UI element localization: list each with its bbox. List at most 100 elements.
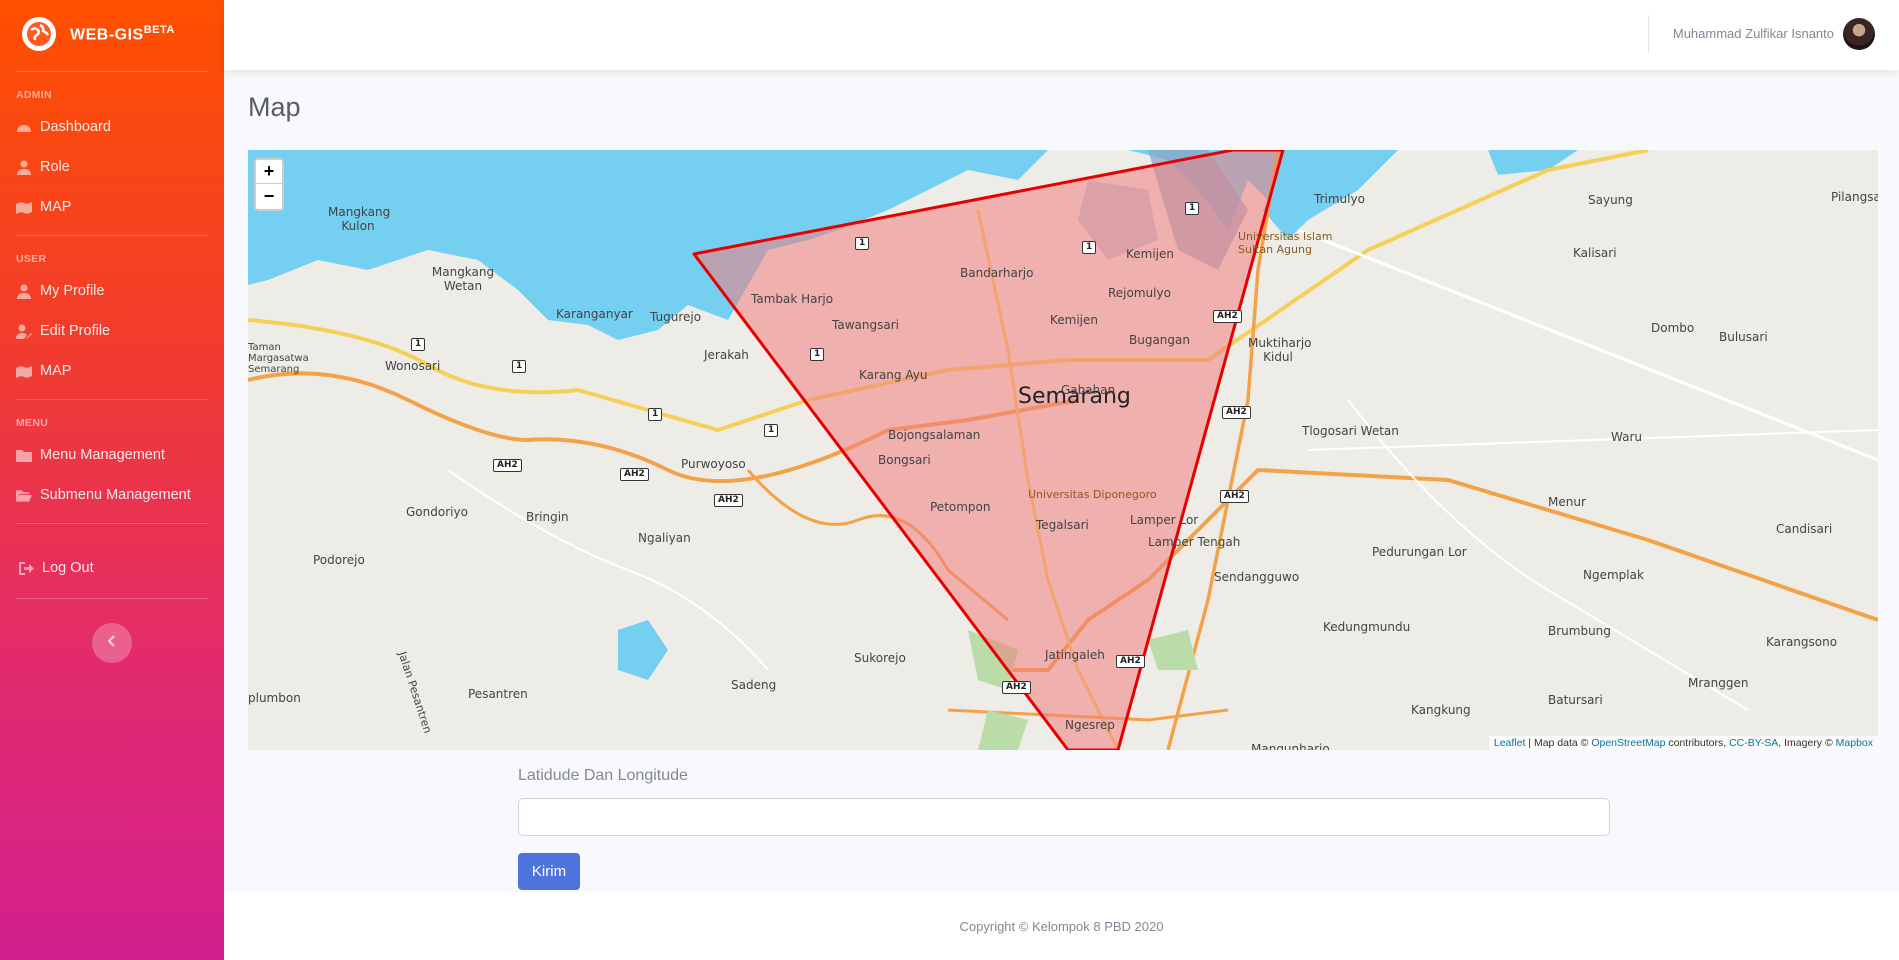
sidebar: WEB-GISBETA ADMIN Dashboard Role MAP USE… <box>0 0 224 960</box>
map-label: Menur <box>1548 495 1586 509</box>
sidebar-heading-user: USER <box>16 253 47 265</box>
map-label: Trimulyo <box>1314 192 1365 206</box>
map-label: Ngemplak <box>1583 568 1644 582</box>
map-label: Karang Ayu <box>859 368 928 382</box>
road-shield: 1 <box>1082 241 1097 254</box>
page-title: Map <box>248 92 301 122</box>
sidebar-item-menu-management[interactable]: Menu Management <box>0 435 224 475</box>
dashboard-icon <box>16 119 32 135</box>
map-label: Wonosari <box>385 359 441 373</box>
brand-link[interactable]: WEB-GISBETA <box>0 0 224 68</box>
map-icon <box>16 199 32 215</box>
sidebar-item-role[interactable]: Role <box>0 147 224 187</box>
latlng-input[interactable] <box>518 798 1610 836</box>
road-shield: 1 <box>764 424 779 437</box>
road-shield: AH2 <box>1222 406 1251 419</box>
sidebar-item-edit-profile[interactable]: Edit Profile <box>0 311 224 351</box>
sidebar-heading-menu: MENU <box>16 417 49 429</box>
map-label: Tegalsari <box>1036 518 1089 532</box>
map-label: Ngesrep <box>1065 718 1115 732</box>
chevron-left-icon <box>107 634 116 652</box>
mapbox-link[interactable]: Mapbox <box>1836 737 1873 749</box>
footer: Copyright © Kelompok 8 PBD 2020 <box>224 892 1899 960</box>
user-name[interactable]: Muhammad Zulfikar Isnanto <box>1673 26 1834 41</box>
map-label: Brumbung <box>1548 624 1611 638</box>
map-label: Waru <box>1611 430 1642 444</box>
map-attribution: Leaflet | Map data © OpenStreetMap contr… <box>1488 736 1878 750</box>
map-label: Jerakah <box>704 348 749 362</box>
submit-button[interactable]: Kirim <box>518 853 580 890</box>
map-label: Bulusari <box>1719 330 1768 344</box>
map-label: Kemijen <box>1050 313 1098 327</box>
map-label: Gabahan <box>1061 383 1116 397</box>
road-shield: AH2 <box>1116 655 1145 668</box>
map-label: Tugurejo <box>650 310 702 324</box>
sidebar-item-map-user[interactable]: MAP <box>0 351 224 391</box>
road-shield: 1 <box>1185 202 1200 215</box>
zoom-in-button[interactable]: + <box>256 160 282 184</box>
zoom-out-button[interactable]: − <box>256 184 282 208</box>
map-label: Pesantren <box>468 687 528 701</box>
map-label: Purwoyoso <box>681 457 746 471</box>
map-label: Kemijen <box>1126 247 1174 261</box>
map-label: Bandarharjo <box>960 266 1034 280</box>
map-label: Taman Margasatwa Semarang <box>248 342 309 375</box>
map-label: Lamper Lor <box>1130 513 1199 527</box>
map-label: Kangkung <box>1411 703 1471 717</box>
latlng-label: Latidude Dan Longitude <box>518 767 688 784</box>
map-label-university: Universitas Islam Sultan Agung <box>1238 230 1333 256</box>
map-label: Lamper Tengah <box>1148 535 1241 549</box>
map-label: Mangkang Kulon <box>328 205 391 233</box>
topbar-divider <box>1648 15 1649 53</box>
road-shield: 1 <box>648 408 663 421</box>
sidebar-item-map-admin[interactable]: MAP <box>0 187 224 227</box>
map-container[interactable]: + − Semarang Universitas Islam Sultan Ag… <box>248 150 1878 750</box>
map-label: Pedurungan Lor <box>1372 545 1467 559</box>
map-label: Karanganyar <box>556 307 633 321</box>
sidebar-item-my-profile[interactable]: My Profile <box>0 271 224 311</box>
map-label: Bongsari <box>878 453 931 467</box>
road-shield: AH2 <box>620 468 649 481</box>
road-shield: 1 <box>810 348 825 361</box>
sidebar-item-dashboard[interactable]: Dashboard <box>0 107 224 147</box>
topbar: Muhammad Zulfikar Isnanto <box>224 0 1899 70</box>
logout-button[interactable]: Log Out <box>0 548 224 588</box>
folder-icon <box>16 447 32 463</box>
zoom-control: + − <box>254 158 284 211</box>
road-shield: 1 <box>855 237 870 250</box>
road-shield: AH2 <box>493 459 522 472</box>
osm-link[interactable]: OpenStreetMap <box>1591 737 1665 749</box>
leaflet-link[interactable]: Leaflet <box>1494 737 1526 749</box>
avatar[interactable] <box>1843 18 1875 50</box>
map-label: Mangunharjo <box>1251 742 1330 750</box>
map-label: Tambak Harjo <box>751 292 834 306</box>
road-shield: AH2 <box>714 494 743 507</box>
map-label: Kedungmundu <box>1323 620 1411 634</box>
ccbysa-link[interactable]: CC-BY-SA <box>1729 737 1778 749</box>
user-icon <box>16 283 32 299</box>
map-label: Pilangsari <box>1831 190 1878 204</box>
map-label: Bugangan <box>1129 333 1190 347</box>
map-label: Dombo <box>1651 321 1695 335</box>
map-label: Sadeng <box>731 678 777 692</box>
map-label: Ngaliyan <box>638 531 691 545</box>
map-label-university: Universitas Diponegoro <box>1028 488 1157 501</box>
map-label: Rejomulyo <box>1108 286 1171 300</box>
map-label: Karangsono <box>1766 635 1838 649</box>
globe-icon <box>22 17 56 51</box>
road-shield: AH2 <box>1213 310 1242 323</box>
map-label: Gondoriyo <box>406 505 468 519</box>
road-shield: 1 <box>411 338 426 351</box>
map-label: Petompon <box>930 500 991 514</box>
sidebar-heading-admin: ADMIN <box>16 89 52 101</box>
road-shield: 1 <box>512 360 527 373</box>
sidebar-item-submenu-management[interactable]: Submenu Management <box>0 475 224 515</box>
map-label: Bojongsalaman <box>888 428 981 442</box>
map-label: Tawangsari <box>832 318 899 332</box>
map-label: Muktiharjo Kidul <box>1248 336 1312 364</box>
map-label: Candisari <box>1776 522 1833 536</box>
map-label: Tlogosari Wetan <box>1302 424 1399 438</box>
map-icon <box>16 363 32 379</box>
sidebar-toggle-button[interactable] <box>92 623 132 663</box>
sign-out-icon <box>18 560 34 576</box>
